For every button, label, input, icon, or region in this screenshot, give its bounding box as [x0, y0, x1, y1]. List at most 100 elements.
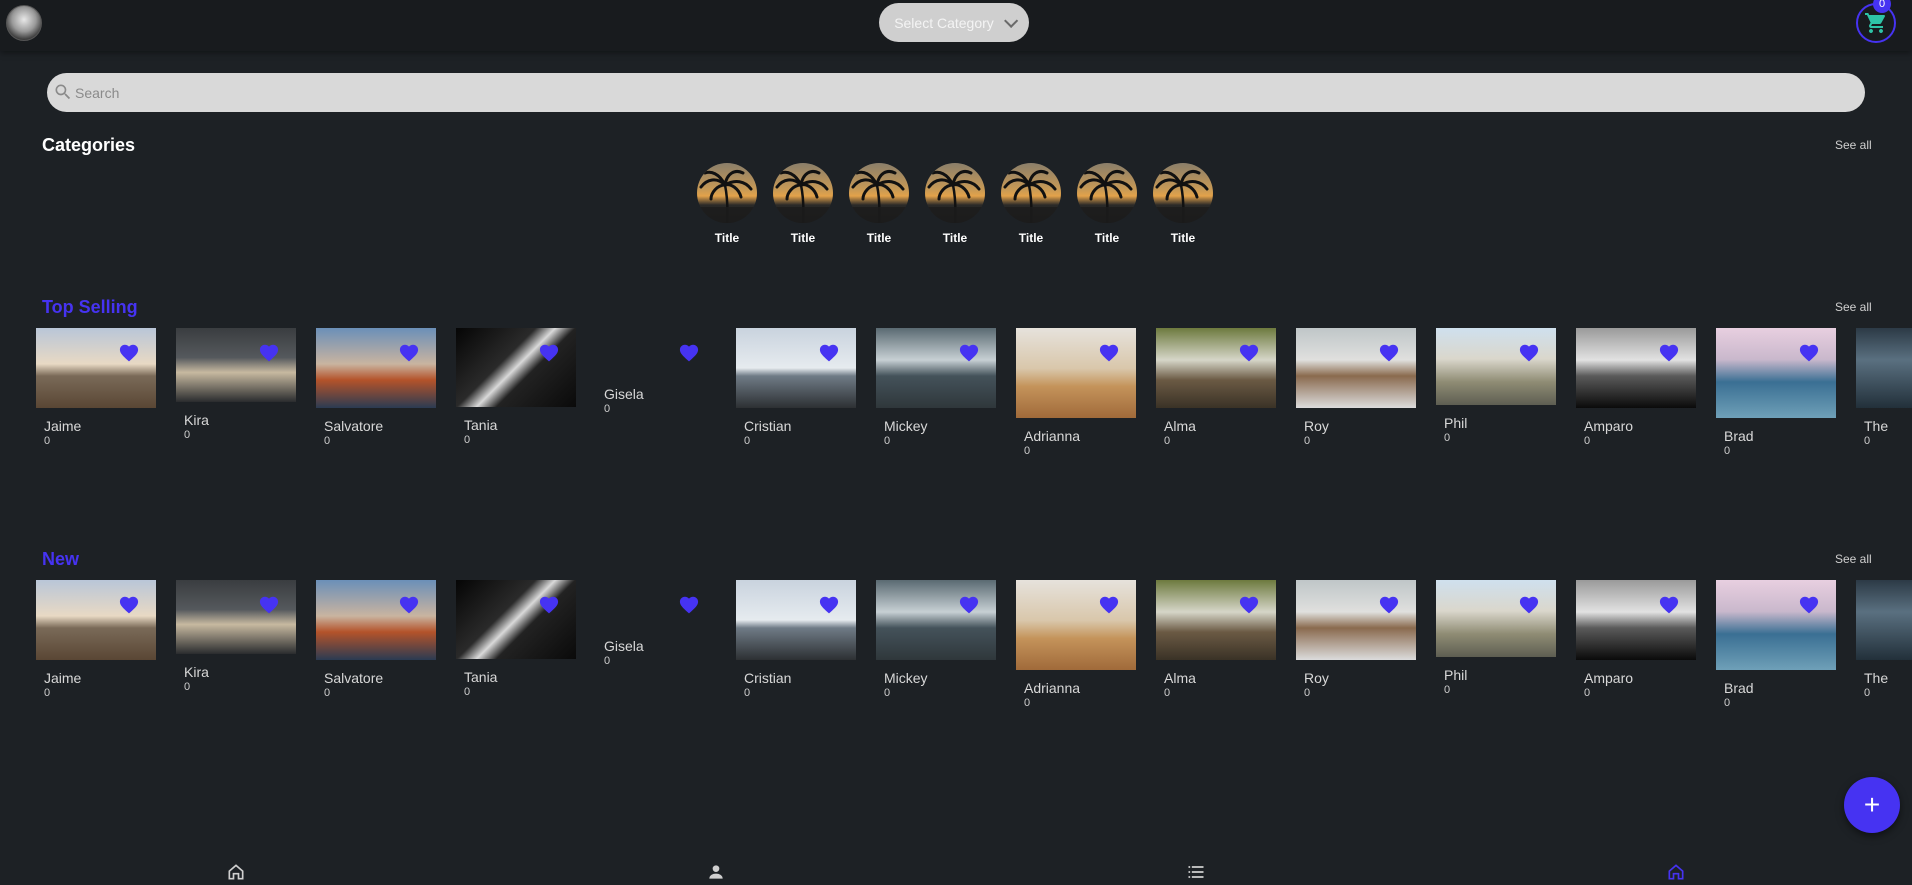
product-card[interactable]: Brad 0 [1716, 580, 1836, 730]
product-count: 0 [1024, 445, 1031, 457]
search-input[interactable] [75, 84, 1865, 101]
product-card[interactable]: Amparo 0 [1576, 328, 1696, 478]
favorite-heart-icon[interactable] [958, 594, 980, 619]
favorite-heart-icon[interactable] [538, 342, 560, 367]
product-card[interactable]: Jaime 0 [36, 580, 156, 730]
product-card[interactable]: Tania 0 [456, 580, 576, 730]
favorite-heart-icon[interactable] [958, 342, 980, 367]
product-image [1576, 328, 1696, 408]
product-card[interactable]: Gisela 0 [596, 328, 716, 478]
nav-home-active[interactable] [1665, 862, 1687, 882]
favorite-heart-icon[interactable] [398, 594, 420, 619]
product-card[interactable]: Jaime 0 [36, 328, 156, 478]
favorite-heart-icon[interactable] [1238, 594, 1260, 619]
categories-title: Categories [42, 135, 136, 155]
add-button[interactable]: + [1844, 777, 1900, 833]
product-name: Amparo [1584, 418, 1634, 434]
product-count: 0 [1444, 432, 1451, 444]
favorite-heart-icon[interactable] [398, 342, 420, 367]
nav-home[interactable] [225, 862, 247, 882]
product-count: 0 [1304, 687, 1311, 699]
nav-list[interactable] [1185, 862, 1207, 882]
favorite-heart-icon[interactable] [1798, 342, 1820, 367]
product-card[interactable]: Roy 0 [1296, 580, 1416, 730]
home-icon [1668, 864, 1684, 880]
favorite-heart-icon[interactable] [678, 594, 700, 619]
favorite-heart-icon[interactable] [1658, 594, 1680, 619]
product-card[interactable]: Cristian 0 [736, 328, 856, 478]
category-image [849, 163, 909, 223]
product-card[interactable]: The 0 [1856, 580, 1912, 730]
product-count: 0 [464, 686, 471, 698]
product-card[interactable]: Kira 0 [176, 328, 296, 478]
product-image [456, 328, 576, 407]
select-category-dropdown[interactable]: Select Category [879, 3, 1029, 42]
product-card[interactable]: Kira 0 [176, 580, 296, 730]
product-name: Tania [464, 417, 498, 433]
category-image [1077, 163, 1137, 223]
favorite-heart-icon[interactable] [1098, 342, 1120, 367]
category-item[interactable]: Title [849, 163, 909, 245]
category-item[interactable]: Title [1153, 163, 1213, 245]
product-card[interactable]: Phil 0 [1436, 328, 1556, 478]
product-count: 0 [1024, 697, 1031, 709]
category-label: Title [714, 231, 740, 245]
category-item[interactable]: Title [697, 163, 757, 245]
favorite-heart-icon[interactable] [1658, 342, 1680, 367]
favorite-heart-icon[interactable] [1378, 342, 1400, 367]
favorite-heart-icon[interactable] [258, 594, 280, 619]
product-card[interactable]: Phil 0 [1436, 580, 1556, 730]
category-item[interactable]: Title [773, 163, 833, 245]
product-count: 0 [1584, 435, 1591, 447]
product-card[interactable]: Salvatore 0 [316, 328, 436, 478]
favorite-heart-icon[interactable] [1098, 594, 1120, 619]
product-card[interactable]: Roy 0 [1296, 328, 1416, 478]
product-card[interactable]: Mickey 0 [876, 580, 996, 730]
category-item[interactable]: Title [1077, 163, 1137, 245]
product-image [1156, 328, 1276, 408]
product-card[interactable]: The 0 [1856, 328, 1912, 478]
product-name: Cristian [744, 418, 792, 434]
favorite-heart-icon[interactable] [1238, 342, 1260, 367]
product-image [316, 580, 436, 660]
product-name: Salvatore [324, 418, 384, 434]
favorite-heart-icon[interactable] [118, 342, 140, 367]
product-card[interactable]: Brad 0 [1716, 328, 1836, 478]
top-app-bar: Select Category 0 [0, 0, 1912, 51]
category-item[interactable]: Title [925, 163, 985, 245]
product-name: Roy [1304, 670, 1329, 686]
search-icon [55, 84, 71, 100]
product-card[interactable]: Alma 0 [1156, 580, 1276, 730]
favorite-heart-icon[interactable] [1798, 594, 1820, 619]
product-card[interactable]: Tania 0 [456, 328, 576, 478]
favorite-heart-icon[interactable] [538, 594, 560, 619]
nav-profile[interactable] [705, 862, 727, 882]
product-count: 0 [1724, 697, 1731, 709]
product-card[interactable]: Salvatore 0 [316, 580, 436, 730]
favorite-heart-icon[interactable] [818, 342, 840, 367]
favorite-heart-icon[interactable] [1518, 594, 1540, 619]
product-card[interactable]: Mickey 0 [876, 328, 996, 478]
category-item[interactable]: Title [1001, 163, 1061, 245]
favorite-heart-icon[interactable] [1378, 594, 1400, 619]
product-name: Tania [464, 669, 498, 685]
product-card[interactable]: Alma 0 [1156, 328, 1276, 478]
product-card[interactable]: Adrianna 0 [1016, 580, 1136, 730]
categories-see-all-link[interactable]: See all [1835, 138, 1872, 152]
favorite-heart-icon[interactable] [1518, 342, 1540, 367]
favorite-heart-icon[interactable] [118, 594, 140, 619]
top-selling-see-all-link[interactable]: See all [1835, 300, 1872, 314]
product-card[interactable]: Gisela 0 [596, 580, 716, 730]
category-label: Title [1018, 231, 1044, 245]
product-count: 0 [1444, 684, 1451, 696]
product-count: 0 [1724, 445, 1731, 457]
favorite-heart-icon[interactable] [818, 594, 840, 619]
product-card[interactable]: Adrianna 0 [1016, 328, 1136, 478]
favorite-heart-icon[interactable] [678, 342, 700, 367]
product-card[interactable]: Amparo 0 [1576, 580, 1696, 730]
avatar[interactable] [6, 5, 42, 41]
favorite-heart-icon[interactable] [258, 342, 280, 367]
product-card[interactable]: Cristian 0 [736, 580, 856, 730]
search-bar[interactable] [47, 73, 1865, 112]
new-see-all-link[interactable]: See all [1835, 552, 1872, 566]
